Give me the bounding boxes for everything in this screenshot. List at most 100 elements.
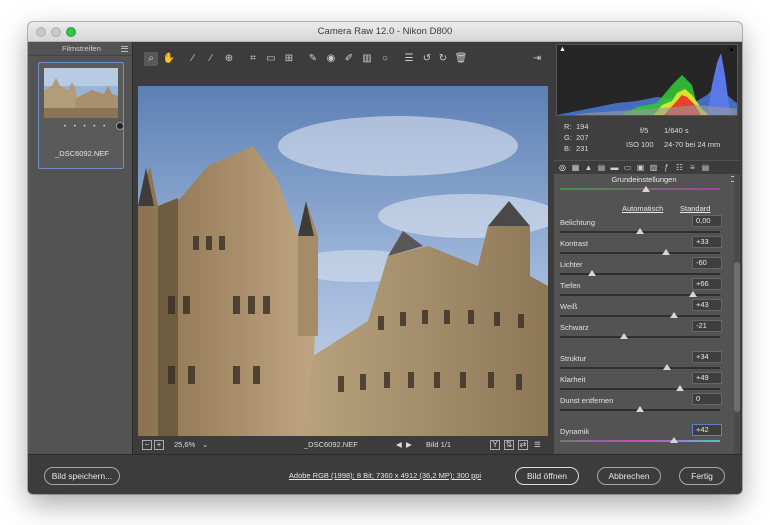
targeted-adjustment-icon[interactable]: ⊕ (222, 52, 236, 66)
zoom-out-button[interactable]: − (142, 440, 152, 450)
tone-curve-tab-icon[interactable]: ▦ (571, 163, 580, 172)
slider-value-input[interactable]: +43 (692, 299, 722, 311)
split-toning-tab-icon[interactable]: ▬ (610, 163, 619, 172)
profile-amount-knob[interactable] (642, 186, 650, 192)
done-button[interactable]: Fertig (679, 467, 725, 485)
slider-knob[interactable] (620, 333, 628, 339)
slider-knob[interactable] (688, 291, 697, 297)
slider-label: Klarheit (560, 375, 586, 384)
highlight-clipping-icon[interactable]: ▲ (728, 46, 735, 53)
default-button[interactable]: Standard (680, 204, 710, 213)
fullscreen-icon[interactable]: ⇥ (530, 52, 544, 66)
adjustment-brush-icon[interactable]: ✐ (342, 52, 356, 66)
before-after-view-icon[interactable]: Y (490, 440, 500, 450)
slider-track[interactable] (560, 388, 720, 390)
slider-value-input[interactable]: 0,00 (692, 215, 722, 227)
white-balance-icon[interactable]: ⁄ (186, 52, 200, 66)
zoom-icon[interactable]: ⌕ (144, 52, 158, 66)
slider-value-input[interactable]: +33 (692, 236, 722, 248)
slider-knob[interactable] (676, 385, 684, 391)
zoom-in-button[interactable]: + (154, 440, 164, 450)
toggle-settings-icon[interactable]: ☰ (534, 440, 541, 449)
slider-value-input[interactable]: +34 (692, 351, 722, 363)
slider-knob[interactable] (669, 437, 678, 443)
title-bar: Camera Raw 12.0 - Nikon D800 (28, 22, 742, 42)
swap-before-after-icon[interactable]: ⇅ (504, 440, 514, 450)
filmstrip-thumbnail[interactable]: • • • • • _DSC6092.NEF (38, 62, 124, 169)
effects-tab-icon[interactable]: ▣ (636, 163, 645, 172)
slider-knob[interactable] (663, 364, 672, 370)
image-preview[interactable] (138, 86, 548, 436)
straighten-icon[interactable]: ▭ (264, 52, 278, 66)
tool-bar: ⌕ ✋ ⁄ ⁄ ⊕ ⌗ ▭ ⊞ ✎ ◉ ✐ ▥ ○ ☰ ↺ ↻ 🗑 ⇥ (134, 42, 554, 74)
panel-scroll-thumb[interactable] (734, 262, 740, 412)
r-label: R: (564, 122, 572, 131)
trash-icon[interactable]: 🗑 (454, 52, 468, 66)
edited-badge-icon (116, 122, 124, 130)
filmstrip-menu-icon[interactable] (121, 46, 128, 52)
hand-icon[interactable]: ✋ (162, 52, 176, 66)
slider-knob[interactable] (636, 406, 644, 412)
slider-track[interactable] (560, 367, 720, 369)
presets-list-icon[interactable]: ☰ (402, 52, 416, 66)
r-value: 194 (576, 122, 589, 131)
slider-track[interactable] (560, 273, 720, 275)
aperture-value: f/5 (640, 126, 649, 135)
slider-knob[interactable] (588, 270, 596, 276)
color-sampler-icon[interactable]: ⁄ (204, 52, 218, 66)
filmstrip-header: Filmstreifen (28, 42, 132, 56)
slider-track[interactable] (560, 336, 720, 338)
shadow-clipping-icon[interactable]: ▲ (559, 46, 566, 53)
profile-amount-track[interactable] (560, 188, 720, 190)
rotate-right-icon[interactable]: ↻ (436, 52, 450, 66)
graduated-filter-icon[interactable]: ▥ (360, 52, 374, 66)
slider-value-input[interactable]: 0 (692, 393, 722, 405)
panel-title: Grundeinstellungen (611, 175, 677, 184)
detail-tab-icon[interactable]: ▲ (584, 163, 593, 172)
copy-settings-icon[interactable]: ⇄ (518, 440, 528, 450)
previous-image-button[interactable]: ◀ (396, 440, 402, 449)
next-image-button[interactable]: ▶ (406, 440, 412, 449)
slider-label: Lichter (560, 260, 583, 269)
preview-filename: _DSC6092.NEF (304, 440, 358, 449)
spot-removal-icon[interactable]: ✎ (306, 52, 320, 66)
thumbnail-rating[interactable]: • • • • • (64, 124, 108, 130)
snapshots-tab-icon[interactable]: ≡ (688, 163, 697, 172)
lens-tab-icon[interactable]: ▭ (623, 163, 632, 172)
slider-knob[interactable] (636, 228, 644, 234)
red-eye-icon[interactable]: ◉ (324, 52, 338, 66)
slider-value-input[interactable]: +42 (692, 424, 722, 436)
close-window-button[interactable] (36, 27, 46, 37)
transform-icon[interactable]: ⊞ (282, 52, 296, 66)
panel-scrollbar[interactable] (734, 174, 740, 454)
chevron-down-icon[interactable]: ⌄ (202, 440, 208, 449)
slider-track[interactable] (560, 252, 720, 254)
slider-value-input[interactable]: -21 (692, 320, 722, 332)
slider-value-input[interactable]: -60 (692, 257, 722, 269)
slider-value-input[interactable]: +49 (692, 372, 722, 384)
slider-knob[interactable] (669, 312, 678, 318)
calibration-tab-icon[interactable]: ▨ (649, 163, 658, 172)
rotate-left-icon[interactable]: ↺ (420, 52, 434, 66)
basic-panel: Grundeinstellungen Automatisch Standard … (554, 174, 734, 454)
slider-track[interactable] (560, 440, 720, 442)
zoom-level[interactable]: 25,6% (174, 440, 195, 449)
open-image-button[interactable]: Bild öffnen (515, 467, 579, 485)
slider-value-input[interactable]: +66 (692, 278, 722, 290)
crop-icon[interactable]: ⌗ (246, 52, 260, 66)
slider-knob[interactable] (661, 249, 670, 255)
cancel-button[interactable]: Abbrechen (597, 467, 661, 485)
profile-tab-icon[interactable]: ▤ (701, 163, 710, 172)
image-counter: Bild 1/1 (426, 440, 452, 449)
basic-tab-icon[interactable]: ◎ (558, 163, 567, 172)
hsl-tab-icon[interactable]: ▤ (597, 163, 606, 172)
minimize-window-button[interactable] (51, 27, 61, 37)
auto-button[interactable]: Automatisch (622, 204, 663, 213)
zoom-window-button[interactable] (66, 27, 76, 37)
presets-tab-icon[interactable]: ☷ (675, 163, 684, 172)
filmstrip-panel: Filmstreifen • • • • • _DSC6092.NEF (28, 42, 133, 454)
fx-tab-icon[interactable]: ƒ (662, 163, 671, 172)
radial-filter-icon[interactable]: ○ (378, 52, 392, 66)
slider-track[interactable] (560, 315, 720, 317)
slider-label: Schwarz (560, 323, 589, 332)
